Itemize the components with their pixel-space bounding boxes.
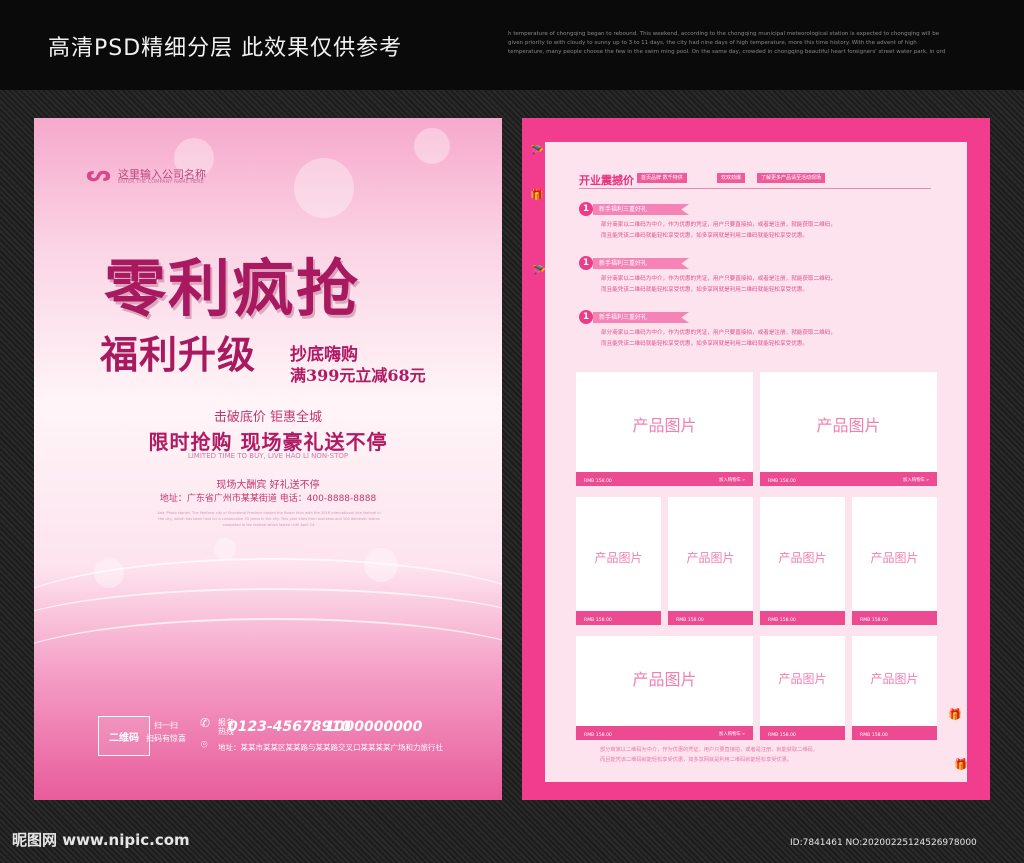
product-card[interactable]: 产品图片 RMB 158.00 <box>760 497 845 625</box>
fine-print: Add 'Photo stories' The Weifang city of … <box>157 511 381 527</box>
section-title: 开业震撼价 <box>579 174 634 187</box>
item-ribbon: 新手福利三重好礼 <box>593 312 689 323</box>
item-text: 部分商家以二维码为中介，作为优惠的凭证，用户只要直接拍，或者是注册，就能获取二维… <box>601 330 836 336</box>
price-bar: RMB 158.00 加入购物车 » <box>576 726 753 740</box>
price: RMB 158.00 <box>676 618 704 623</box>
price-bar: RMB 158.00 <box>760 611 845 625</box>
price: RMB 158.00 <box>860 733 888 738</box>
watermark-site: 昵图网 www.nipic.com <box>12 831 190 849</box>
gift-parachute-icon: 🪂 <box>530 144 544 157</box>
gift-parachute-icon: 🎁 <box>948 708 962 721</box>
product-image-label: 产品图片 <box>632 670 697 689</box>
banner-english-text: h temperature of chongqing began to rebo… <box>508 31 946 55</box>
price: RMB 158.00 <box>768 479 796 484</box>
price-bar: RMB 158.00 <box>576 611 661 625</box>
footnote: 部分商家以二维码为中介，作为优惠的凭证，用户只要直接拍，或者是注册，就能获取二维… <box>600 747 818 753</box>
product-image-label: 产品图片 <box>686 551 735 565</box>
tag: 欢欢劲爆 <box>717 173 746 183</box>
product-image-label: 产品图片 <box>816 416 881 435</box>
product-card[interactable]: 产品图片 RMB 158.00 <box>668 497 753 625</box>
add-to-cart-link[interactable]: 加入购物车 » <box>719 477 745 483</box>
item-text: 而且能凭该二维码就能轻松享受优惠，如多享网就是利用二维码就能轻松享受优惠。 <box>601 287 808 293</box>
item-number: 1 <box>579 256 593 270</box>
slogan-en: LIMITED TIME TO BUY, LIVE HAO LI NON-STO… <box>187 452 349 460</box>
price: RMB 158.00 <box>860 618 888 623</box>
qr-code: 二维码 <box>98 716 150 756</box>
bokeh-light <box>414 128 450 164</box>
price-bar: RMB 158.00 <box>852 611 937 625</box>
company-logo-icon: ᔕ <box>86 162 111 187</box>
item-text: 而且能凭该二维码就能轻松享受优惠，如多享网就是利用二维码就能轻松享受优惠。 <box>601 341 808 347</box>
price-bar: RMB 158.00 加入购物车 » <box>760 472 937 486</box>
address: 地址：某某市某某区某某路与某某路交叉口某某某某广场和力旅行社 <box>218 743 443 752</box>
item-number: 1 <box>579 310 593 324</box>
subheadline: 福利升级 <box>100 332 257 377</box>
price-bar: RMB 158.00 <box>760 726 845 740</box>
tag: 首页品牌 数千特供 <box>637 173 687 183</box>
address-line: 地址：广东省广州市某某街道 电话：400-8888-8888 <box>159 494 377 504</box>
bokeh-light <box>214 538 236 560</box>
add-to-cart-link[interactable]: 加入购物车 » <box>903 477 929 483</box>
slogan-2: 限时抢购 现场豪礼送不停 <box>148 430 388 454</box>
product-image-label: 产品图片 <box>778 672 827 686</box>
slogan-3: 现场大酬宾 好礼送不停 <box>216 480 320 491</box>
item-number: 1 <box>579 202 593 216</box>
gift-parachute-icon: 🎁 <box>954 758 968 771</box>
price: RMB 158.00 <box>584 479 612 484</box>
price: RMB 158.00 <box>768 733 796 738</box>
price-bar: RMB 158.00 <box>668 611 753 625</box>
headline: 零利疯抢 <box>104 252 361 325</box>
product-image-label: 产品图片 <box>632 416 697 435</box>
watermark-id: ID:7841461 NO:20200225124526978000 <box>790 838 977 848</box>
banner-title: 高清PSD精细分层 此效果仅供参考 <box>48 36 403 61</box>
product-image-label: 产品图片 <box>870 551 919 565</box>
product-card[interactable]: 产品图片 RMB 158.00 <box>852 497 937 625</box>
item-ribbon: 新手福利三重好礼 <box>593 258 689 269</box>
product-card[interactable]: 产品图片 RMB 158.00 加入购物车 » <box>576 372 753 486</box>
scan-surprise-label: 扫码有惊喜 <box>146 734 186 743</box>
gift-parachute-icon: 🎁 <box>530 188 544 201</box>
location-icon: ⌾ <box>201 738 208 751</box>
wave-line <box>34 618 502 720</box>
price-bar: RMB 158.00 <box>852 726 937 740</box>
product-card[interactable]: 产品图片 RMB 158.00 加入购物车 » <box>760 372 937 486</box>
price: RMB 158.00 <box>768 618 796 623</box>
price: RMB 158.00 <box>584 618 612 623</box>
bokeh-light <box>294 158 354 218</box>
add-to-cart-link[interactable]: 加入购物车 » <box>719 731 745 737</box>
footnote: 而且能凭该二维码就能轻松享受优惠，如多享网就是利用二维码就能轻松享受优惠。 <box>600 757 792 763</box>
phone-number-2: 1000000000 <box>325 719 423 735</box>
product-card[interactable]: 产品图片 RMB 158.00 <box>852 636 937 740</box>
item-ribbon: 新手福利三重好礼 <box>593 204 689 215</box>
product-card[interactable]: 产品图片 RMB 158.00 加入购物车 » <box>576 636 753 740</box>
slogan-1: 击破底价 钜惠全城 <box>213 410 323 425</box>
price-bar: RMB 158.00 加入购物车 » <box>576 472 753 486</box>
item-text: 而且能凭该二维码就能轻松享受优惠，如多享网就是利用二维码就能轻松享受优惠。 <box>601 233 808 239</box>
back-poster: 开业震撼价 首页品牌 数千特供 欢欢劲爆 了解更多产品请至活动现场 1 新手福利… <box>522 118 990 800</box>
product-image-label: 产品图片 <box>594 551 643 565</box>
gift-parachute-icon: 🪂 <box>532 264 546 277</box>
content-panel: 开业震撼价 首页品牌 数千特供 欢欢劲爆 了解更多产品请至活动现场 1 新手福利… <box>545 142 967 782</box>
item-text: 部分商家以二维码为中介，作为优惠的凭证，用户只要直接拍，或者是注册，就能获取二维… <box>601 276 836 282</box>
divider <box>579 188 931 189</box>
product-image-label: 产品图片 <box>778 551 827 565</box>
scan-label: 扫一扫 <box>154 721 178 730</box>
product-image-label: 产品图片 <box>870 672 919 686</box>
top-banner: 高清PSD精细分层 此效果仅供参考 h temperature of chong… <box>0 0 1024 90</box>
product-card[interactable]: 产品图片 RMB 158.00 <box>760 636 845 740</box>
phone-icon: ✆ <box>200 716 211 730</box>
price: RMB 158.00 <box>584 733 612 738</box>
front-poster: ᔕ 这里输入公司名称 ENTER THE COMPANY NAME HERE 零… <box>34 118 502 800</box>
company-name-en: ENTER THE COMPANY NAME HERE <box>118 179 204 185</box>
product-card[interactable]: 产品图片 RMB 158.00 <box>576 497 661 625</box>
promo-line-2: 满399元立减68元 <box>290 366 426 385</box>
tag: 了解更多产品请至活动现场 <box>757 173 826 183</box>
item-text: 部分商家以二维码为中介，作为优惠的凭证，用户只要直接拍，或者是注册，就能获取二维… <box>601 222 836 228</box>
